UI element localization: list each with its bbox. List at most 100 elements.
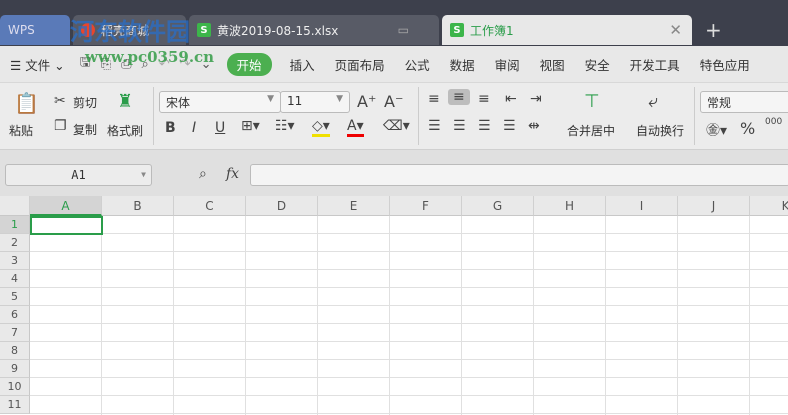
column-header-G[interactable]: G	[462, 196, 534, 216]
tab-wps[interactable]: WPS	[0, 15, 70, 45]
underline-icon[interactable]: U	[215, 120, 225, 136]
align-bottom-icon[interactable]: ≡	[478, 91, 490, 107]
row-header-10[interactable]: 10	[0, 378, 30, 396]
bold-icon[interactable]: B	[165, 120, 176, 136]
close-icon[interactable]: ✕	[669, 21, 682, 39]
merge-center-icon[interactable]: ⊤	[584, 91, 600, 112]
thousands-icon[interactable]: 000	[765, 117, 782, 127]
menu-page-layout[interactable]: 页面布局	[325, 55, 395, 74]
customize-icon[interactable]: ⌄	[196, 57, 217, 72]
gridline	[30, 251, 788, 252]
copy-icon[interactable]: ❐	[54, 118, 67, 134]
wrap-text-icon[interactable]: ⤶	[648, 91, 658, 112]
title-bar: WPS 稻壳商城 S 黄波2019-08-15.xlsx ▭ S 工作簿1 ✕ +	[0, 0, 788, 46]
font-color-icon[interactable]: A▾	[347, 118, 364, 137]
font-size-select[interactable]: 11 ▼	[280, 91, 350, 113]
number-format-select[interactable]: 常规	[700, 91, 788, 113]
zoom-search-icon[interactable]: ⌕	[199, 166, 207, 182]
column-header-B[interactable]: B	[102, 196, 174, 216]
align-center-icon[interactable]: ☰	[453, 118, 466, 134]
menu-data[interactable]: 数据	[440, 55, 485, 74]
format-painter-button[interactable]: 格式刷	[107, 122, 143, 139]
column-header-J[interactable]: J	[678, 196, 750, 216]
menu-insert[interactable]: 插入	[280, 55, 325, 74]
file-menu[interactable]: ☰ 文件 ⌄	[0, 55, 75, 74]
menu-start[interactable]: 开始	[226, 52, 272, 76]
row-header-3[interactable]: 3	[0, 252, 30, 270]
redo-icon[interactable]: ↷	[175, 57, 196, 72]
save-icon[interactable]: 🖫	[75, 53, 96, 75]
align-right-icon[interactable]: ☰	[478, 118, 491, 134]
column-header-F[interactable]: F	[390, 196, 462, 216]
decrease-font-icon[interactable]: A⁻	[384, 92, 403, 111]
gridline	[605, 216, 606, 415]
outdent-icon[interactable]: ⇤	[505, 91, 517, 107]
tab-file[interactable]: S 黄波2019-08-15.xlsx ▭	[189, 15, 439, 45]
formula-input[interactable]	[250, 164, 788, 186]
select-all-corner[interactable]	[0, 196, 30, 216]
file-label: 文件	[25, 57, 51, 73]
copy-button[interactable]: 复制	[73, 121, 97, 138]
indent-icon[interactable]: ⇥	[530, 91, 542, 107]
column-header-D[interactable]: D	[246, 196, 318, 216]
row-header-7[interactable]: 7	[0, 324, 30, 342]
menu-special[interactable]: 特色应用	[690, 55, 760, 74]
cut-button[interactable]: 剪切	[73, 94, 97, 111]
column-header-K[interactable]: K	[750, 196, 788, 216]
cut-icon[interactable]: ✂	[54, 93, 66, 109]
italic-icon[interactable]: I	[192, 120, 196, 136]
row-header-9[interactable]: 9	[0, 360, 30, 378]
menu-review[interactable]: 审阅	[485, 55, 530, 74]
new-tab-button[interactable]: +	[705, 18, 722, 42]
column-header-E[interactable]: E	[318, 196, 390, 216]
menu-formulas[interactable]: 公式	[395, 55, 440, 74]
tab-workbook1[interactable]: S 工作簿1 ✕	[442, 15, 692, 45]
row-header-5[interactable]: 5	[0, 288, 30, 306]
paste-icon[interactable]: 📋	[14, 91, 39, 115]
cell-style-icon[interactable]: ☷▾	[275, 118, 295, 134]
font-size-value: 11	[287, 94, 303, 108]
distributed-icon[interactable]: ⇹	[528, 118, 540, 134]
row-header-8[interactable]: 8	[0, 342, 30, 360]
row-header-4[interactable]: 4	[0, 270, 30, 288]
tab-label: 工作簿1	[470, 23, 514, 38]
divider	[153, 87, 154, 145]
row-header-2[interactable]: 2	[0, 234, 30, 252]
menu-security[interactable]: 安全	[575, 55, 620, 74]
font-name-select[interactable]: 宋体 ▼	[159, 91, 281, 113]
tab-docer-store[interactable]: 稻壳商城	[73, 15, 186, 45]
fx-icon[interactable]: fx	[226, 166, 239, 182]
gridline	[749, 216, 750, 415]
fill-color-icon[interactable]: ◇▾	[312, 118, 330, 137]
increase-font-icon[interactable]: A⁺	[357, 92, 376, 111]
print-preview-icon[interactable]: ⌕	[137, 57, 154, 72]
undo-icon[interactable]: ↶	[154, 57, 175, 72]
menu-developer[interactable]: 开发工具	[620, 55, 690, 74]
justify-icon[interactable]: ☰	[503, 118, 516, 134]
gridline	[30, 233, 788, 234]
print-icon[interactable]: ⎙	[116, 57, 136, 72]
name-box[interactable]: A1 ▼	[5, 164, 152, 186]
align-top-icon[interactable]: ≡	[428, 91, 440, 107]
align-left-icon[interactable]: ☰	[428, 118, 441, 134]
column-header-A[interactable]: A	[30, 196, 102, 216]
row-header-11[interactable]: 11	[0, 396, 30, 414]
column-header-C[interactable]: C	[174, 196, 246, 216]
gridline	[317, 216, 318, 415]
column-header-H[interactable]: H	[534, 196, 606, 216]
align-middle-icon[interactable]: ≡	[448, 89, 470, 105]
format-painter-icon[interactable]: ♜	[117, 91, 133, 112]
merge-center-button[interactable]: 合并居中	[567, 122, 615, 139]
wrap-text-button[interactable]: 自动换行	[636, 122, 684, 139]
column-header-I[interactable]: I	[606, 196, 678, 216]
row-header-1[interactable]: 1	[0, 216, 30, 234]
paste-button[interactable]: 粘贴	[9, 122, 33, 139]
export-icon[interactable]: ⎘	[96, 57, 116, 72]
row-header-6[interactable]: 6	[0, 306, 30, 324]
clear-icon[interactable]: ⌫▾	[383, 118, 410, 134]
percent-icon[interactable]: %	[740, 119, 755, 138]
menu-view[interactable]: 视图	[530, 55, 575, 74]
border-icon[interactable]: ⊞▾	[241, 118, 260, 134]
currency-icon[interactable]: ㊎▾	[706, 120, 727, 140]
selected-cell-a1[interactable]	[30, 216, 103, 235]
